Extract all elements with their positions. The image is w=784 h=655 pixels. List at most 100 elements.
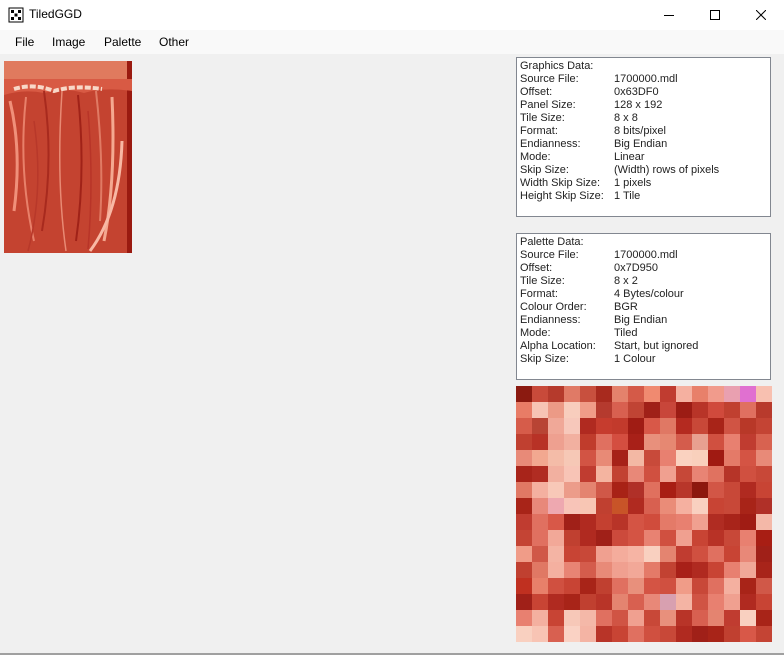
palette-swatch[interactable]: [740, 514, 756, 530]
palette-swatch[interactable]: [628, 482, 644, 498]
palette-swatch[interactable]: [628, 386, 644, 402]
palette-swatch[interactable]: [516, 402, 532, 418]
palette-swatch[interactable]: [756, 610, 772, 626]
palette-swatch[interactable]: [660, 562, 676, 578]
palette-swatch[interactable]: [548, 450, 564, 466]
palette-swatch[interactable]: [564, 386, 580, 402]
palette-swatch[interactable]: [692, 466, 708, 482]
palette-swatch[interactable]: [628, 594, 644, 610]
palette-swatch[interactable]: [516, 482, 532, 498]
palette-swatch[interactable]: [548, 434, 564, 450]
palette-swatch[interactable]: [564, 402, 580, 418]
palette-swatch[interactable]: [580, 610, 596, 626]
palette-swatch[interactable]: [692, 418, 708, 434]
palette-swatch[interactable]: [516, 386, 532, 402]
palette-swatch[interactable]: [548, 562, 564, 578]
palette-swatch[interactable]: [612, 610, 628, 626]
palette-swatch[interactable]: [532, 482, 548, 498]
palette-swatch[interactable]: [516, 498, 532, 514]
palette-swatch[interactable]: [532, 610, 548, 626]
palette-swatch[interactable]: [756, 386, 772, 402]
palette-swatch[interactable]: [612, 418, 628, 434]
palette-swatch[interactable]: [612, 466, 628, 482]
palette-swatch[interactable]: [708, 418, 724, 434]
palette-swatch[interactable]: [532, 562, 548, 578]
palette-swatch[interactable]: [596, 386, 612, 402]
palette-swatch[interactable]: [532, 626, 548, 642]
palette-swatch[interactable]: [708, 530, 724, 546]
palette-swatch[interactable]: [548, 482, 564, 498]
palette-swatch[interactable]: [756, 450, 772, 466]
palette-swatch[interactable]: [516, 530, 532, 546]
palette-swatch[interactable]: [644, 450, 660, 466]
palette-swatch[interactable]: [740, 498, 756, 514]
palette-swatch[interactable]: [628, 546, 644, 562]
palette-swatch[interactable]: [548, 498, 564, 514]
palette-swatch[interactable]: [660, 418, 676, 434]
palette-swatch[interactable]: [644, 402, 660, 418]
palette-swatch[interactable]: [676, 610, 692, 626]
palette-swatch[interactable]: [724, 386, 740, 402]
palette-swatch[interactable]: [676, 386, 692, 402]
palette-swatch[interactable]: [740, 610, 756, 626]
palette-swatch[interactable]: [596, 578, 612, 594]
palette-swatch[interactable]: [708, 434, 724, 450]
palette-swatch[interactable]: [580, 402, 596, 418]
palette-swatch[interactable]: [644, 626, 660, 642]
palette-swatch[interactable]: [644, 562, 660, 578]
palette-swatch[interactable]: [724, 514, 740, 530]
palette-swatch[interactable]: [516, 626, 532, 642]
palette-swatch[interactable]: [756, 578, 772, 594]
palette-swatch[interactable]: [756, 402, 772, 418]
palette-swatch[interactable]: [644, 578, 660, 594]
palette-swatch[interactable]: [660, 386, 676, 402]
palette-swatch[interactable]: [660, 402, 676, 418]
palette-swatch[interactable]: [644, 610, 660, 626]
graphics-view[interactable]: [4, 61, 132, 253]
palette-swatch[interactable]: [708, 626, 724, 642]
palette-swatch[interactable]: [596, 402, 612, 418]
palette-swatch[interactable]: [676, 482, 692, 498]
palette-swatch[interactable]: [692, 482, 708, 498]
palette-swatch[interactable]: [708, 498, 724, 514]
palette-swatch[interactable]: [660, 546, 676, 562]
palette-swatch[interactable]: [564, 530, 580, 546]
menu-image[interactable]: Image: [52, 35, 85, 49]
palette-swatch[interactable]: [596, 530, 612, 546]
palette-swatch[interactable]: [692, 434, 708, 450]
palette-swatch[interactable]: [628, 514, 644, 530]
palette-swatch[interactable]: [692, 530, 708, 546]
palette-swatch[interactable]: [724, 578, 740, 594]
palette-swatch[interactable]: [708, 386, 724, 402]
close-button[interactable]: [738, 0, 784, 30]
palette-swatch[interactable]: [612, 482, 628, 498]
palette-swatch[interactable]: [708, 466, 724, 482]
palette-swatch[interactable]: [612, 578, 628, 594]
palette-swatch[interactable]: [724, 498, 740, 514]
palette-swatch[interactable]: [644, 466, 660, 482]
palette-swatch[interactable]: [708, 546, 724, 562]
palette-swatch[interactable]: [740, 530, 756, 546]
palette-swatch[interactable]: [756, 562, 772, 578]
palette-swatch[interactable]: [612, 450, 628, 466]
palette-swatch[interactable]: [596, 482, 612, 498]
palette-swatch[interactable]: [580, 546, 596, 562]
palette-swatch[interactable]: [660, 450, 676, 466]
palette-swatch[interactable]: [628, 578, 644, 594]
palette-swatch[interactable]: [548, 610, 564, 626]
palette-swatch[interactable]: [676, 626, 692, 642]
palette-swatch[interactable]: [676, 450, 692, 466]
palette-swatch[interactable]: [724, 562, 740, 578]
palette-swatch[interactable]: [612, 562, 628, 578]
palette-swatch[interactable]: [692, 594, 708, 610]
palette-swatch[interactable]: [628, 626, 644, 642]
palette-swatch[interactable]: [660, 514, 676, 530]
minimize-button[interactable]: [646, 0, 692, 30]
palette-swatch[interactable]: [580, 466, 596, 482]
palette-swatch[interactable]: [580, 386, 596, 402]
palette-swatch[interactable]: [692, 562, 708, 578]
palette-swatch[interactable]: [612, 530, 628, 546]
palette-swatch[interactable]: [596, 610, 612, 626]
palette-swatch[interactable]: [564, 498, 580, 514]
palette-swatch[interactable]: [516, 418, 532, 434]
